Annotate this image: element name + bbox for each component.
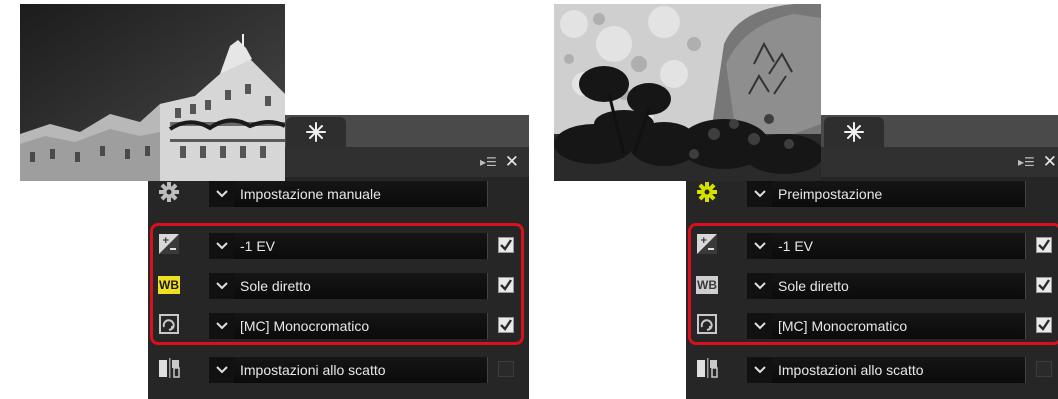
- shooting-settings-row: Impostazioni allo scatto: [148, 353, 529, 385]
- building-photo: [20, 4, 285, 181]
- tab-effects[interactable]: [824, 117, 884, 147]
- chevron-down-icon: [753, 366, 766, 374]
- preset-dropdown-button[interactable]: [747, 181, 772, 207]
- gear-icon: [159, 182, 179, 202]
- sparkle-icon: [844, 122, 864, 142]
- preset-row: Impostazione manuale: [148, 177, 529, 209]
- list-arrow-icon[interactable]: ▸☰: [1018, 155, 1035, 169]
- shooting-settings-checkbox[interactable]: [498, 361, 514, 377]
- highlight-box: [688, 223, 1058, 345]
- shooting-settings-row: Impostazioni allo scatto: [686, 353, 1058, 385]
- chevron-down-icon: [753, 190, 766, 198]
- shooting-settings-select[interactable]: Impostazioni allo scatto: [234, 357, 488, 383]
- shooting-settings-checkbox[interactable]: [1036, 361, 1052, 377]
- close-icon[interactable]: ✕: [1043, 154, 1057, 171]
- close-icon[interactable]: ✕: [505, 154, 519, 171]
- preset-row: Preimpostazione: [686, 177, 1058, 209]
- shooting-settings-dropdown-button[interactable]: [747, 357, 772, 383]
- chevron-down-icon: [215, 366, 228, 374]
- preset-select[interactable]: Preimpostazione: [772, 181, 1026, 207]
- shooting-settings-icon: [697, 358, 718, 378]
- preset-dropdown-button[interactable]: [209, 181, 234, 207]
- sparkle-icon: [306, 122, 326, 142]
- gear-icon: [697, 182, 717, 202]
- chevron-down-icon: [215, 190, 228, 198]
- shooting-settings-dropdown-button[interactable]: [209, 357, 234, 383]
- shooting-settings-select[interactable]: Impostazioni allo scatto: [772, 357, 1026, 383]
- shooting-settings-icon: [159, 358, 180, 378]
- flowers-stone-photo: [554, 4, 821, 181]
- highlight-box: [150, 223, 524, 345]
- preset-select[interactable]: Impostazione manuale: [234, 181, 488, 207]
- list-arrow-icon[interactable]: ▸☰: [480, 155, 497, 169]
- tab-effects[interactable]: [286, 117, 346, 147]
